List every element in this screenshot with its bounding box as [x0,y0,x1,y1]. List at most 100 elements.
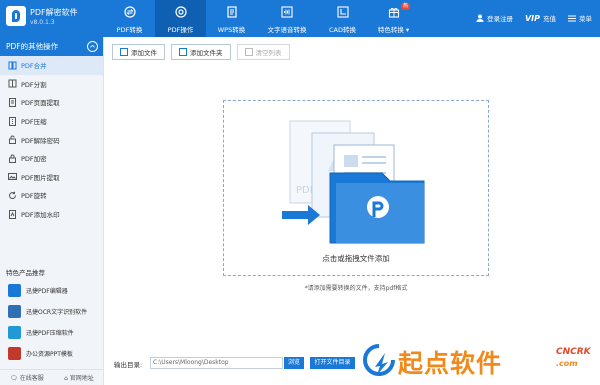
sidebar-item-label: PDF加密 [21,155,47,164]
menu-button[interactable]: 菜单 [568,13,592,23]
sidebar-item-label: PDF压缩 [21,118,47,127]
watermark-com: .com [556,359,578,368]
audio-wave-icon [281,6,293,18]
watermark-icon [9,209,16,219]
title-bar: PDF解密软件 v8.0.1.3 PDF转换 PDF操作 WPS转换 文字语音转… [0,0,600,37]
page-extract-icon [9,97,16,107]
gift-icon [388,8,400,18]
clear-list-button[interactable]: 清空列表 [236,44,290,60]
trash-icon [244,48,253,56]
split-icon [8,79,17,88]
add-folder-label: 添加文件夹 [190,49,223,57]
recommend-item-pdf-editor[interactable]: 迅捷PDF编辑器 [0,280,104,300]
sidebar-item-page-extract[interactable]: PDF页面提取 [0,93,103,112]
recommend-item-ocr[interactable]: 迅捷OCR文字识别软件 [0,301,104,321]
website-link[interactable]: ⌂ 官网地址 [64,373,94,382]
output-dir-input[interactable]: C:\Users\Mloong\Desktop [150,357,283,369]
pdf-editor-icon [8,283,21,297]
tab-label: WPS转换 [217,26,246,34]
vip-recharge-button[interactable]: VIP 充值 [524,13,556,24]
tab-pdf-convert[interactable]: PDF转换 [104,0,155,37]
recommend-label: 办公资源PPT模板 [26,350,73,358]
clear-list-label: 清空列表 [255,49,282,57]
toolbar: 添加文件 添加文件夹 清空列表 [112,44,290,60]
login-button[interactable]: 登录注册 [476,13,513,23]
convert-icon [124,6,136,18]
sidebar-item-pdf-compress[interactable]: PDF压缩 [0,112,103,131]
recommend-label: 迅捷OCR文字识别软件 [26,308,88,316]
file-drop-zone[interactable]: PDF 点击或拖拽文件添加 [223,100,489,276]
tab-label: CAD转换 [329,26,356,34]
sidebar-item-label: PDF解除密码 [21,136,60,145]
sidebar-item-label: PDF图片提取 [21,173,60,182]
watermark-text: 起点软件 [398,349,503,378]
menu-label: 菜单 [579,15,592,23]
recommend-item-pdf-compressor[interactable]: 迅捷PDF压缩软件 [0,322,104,342]
browse-button[interactable]: 浏览 [284,357,304,369]
app-version: v8.0.1.3 [30,19,55,26]
tab-label: 文字语音转换 [267,26,307,34]
lock-icon [9,154,16,163]
app-name: PDF解密软件 [30,8,78,17]
tab-label: PDF转换 [116,26,143,34]
sidebar-item-pdf-encrypt[interactable]: PDF加密 [0,149,103,168]
recharge-label: 充值 [543,15,556,23]
header-actions: 登录注册 VIP 充值 菜单 [476,13,592,23]
sidebar-footer: 🗨 在线客服 ⌂ 官网地址 [0,369,104,385]
login-label: 登录注册 [486,15,513,23]
website-label: 官网地址 [69,375,94,382]
recommend-item-ppt-templates[interactable]: 办公资源PPT模板 [0,343,104,363]
chevron-up-icon [87,41,98,52]
add-folder-button[interactable]: 添加文件夹 [171,44,231,60]
sidebar-item-label: PDF旋转 [21,192,47,201]
site-watermark: 起点软件 CNCRK .com [360,337,600,385]
ocr-icon [8,304,21,318]
sidebar-item-label: PDF添加水印 [21,211,60,220]
document-icon [227,6,237,18]
tab-special-convert[interactable]: 热 特色转换 ▾ [368,0,419,37]
ppt-icon [8,346,21,360]
sidebar: PDF的其他操作 PDF合并 PDF分割 PDF页面提取 PDF压缩 PDF解除… [0,37,104,385]
sidebar-item-image-extract[interactable]: PDF图片提取 [0,168,103,187]
sidebar-item-pdf-merge[interactable]: PDF合并 [0,56,103,75]
hot-badge: 热 [401,3,411,10]
tab-cad-convert[interactable]: CAD转换 [317,0,368,37]
merge-icon [8,61,17,70]
top-nav: PDF转换 PDF操作 WPS转换 文字语音转换 CAD转换 热 特色转换 ▾ [104,0,419,37]
sidebar-item-label: PDF分割 [21,80,47,89]
sidebar-item-remove-password[interactable]: PDF解除密码 [0,130,103,149]
tab-label: PDF操作 [167,26,194,34]
sidebar-item-pdf-rotate[interactable]: PDF旋转 [0,186,103,205]
tab-wps-convert[interactable]: WPS转换 [206,0,257,37]
pdf-compressor-icon [8,325,21,339]
app-logo [6,6,26,26]
image-icon [8,173,17,181]
add-file-icon [120,48,128,56]
sidebar-item-label: PDF合并 [21,62,47,71]
online-service-link[interactable]: 🗨 在线客服 [10,373,44,382]
rotate-icon [9,191,17,199]
format-hint: *请添加需要转换的文件，支持pdf格式 [304,285,408,292]
output-dir-label: 输出目录: [114,361,143,369]
sidebar-item-label: PDF页面提取 [21,99,60,108]
vip-label: VIP [524,13,540,23]
menu-icon [568,15,576,21]
tab-text-speech[interactable]: 文字语音转换 [257,0,317,37]
sidebar-item-pdf-split[interactable]: PDF分割 [0,75,103,94]
sidebar-header-label: PDF的其他操作 [6,42,59,51]
recommend-label: 迅捷PDF压缩软件 [26,329,74,337]
open-folder-button[interactable]: 打开文件目录 [310,357,355,369]
add-file-button[interactable]: 添加文件 [112,44,165,60]
tab-label-text: 特色转换 [377,26,404,34]
sidebar-item-add-watermark[interactable]: PDF添加水印 [0,205,103,224]
user-icon [476,14,484,22]
tab-label: 特色转换 ▾ [377,26,410,34]
settings-icon [175,6,187,18]
tab-pdf-operate[interactable]: PDF操作 [155,0,206,37]
service-label: 在线客服 [19,375,44,382]
sidebar-header[interactable]: PDF的其他操作 [0,37,103,56]
drop-zone-text: 点击或拖拽文件添加 [322,254,390,263]
recommend-title: 特色产品推荐 [6,269,45,277]
watermark-en: CNCRK [556,347,591,357]
watermark-logo-icon [363,344,395,376]
